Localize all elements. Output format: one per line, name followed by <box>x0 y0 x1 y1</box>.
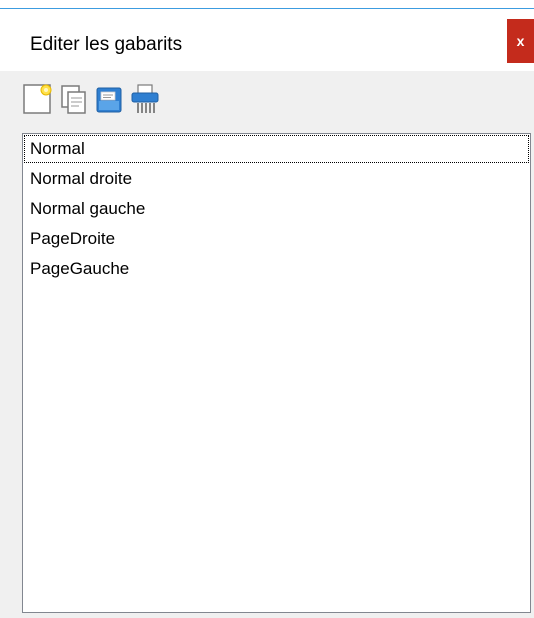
edit-templates-dialog: Editer les gabarits x Normal Normal droi… <box>0 0 534 618</box>
list-item-normal-droite[interactable]: Normal droite <box>23 164 530 194</box>
new-template-button[interactable] <box>22 83 52 115</box>
list-item-normal[interactable]: Normal <box>23 134 530 164</box>
duplicate-icon <box>58 83 88 115</box>
list-item-pagegauche[interactable]: PageGauche <box>23 254 530 284</box>
title-bar[interactable]: Editer les gabarits <box>0 9 534 71</box>
open-template-button[interactable] <box>94 83 124 115</box>
delete-template-button[interactable] <box>130 83 160 115</box>
shredder-icon <box>130 83 160 115</box>
close-button[interactable]: x <box>507 19 534 63</box>
new-document-icon <box>22 83 52 115</box>
list-item-normal-gauche[interactable]: Normal gauche <box>23 194 530 224</box>
duplicate-template-button[interactable] <box>58 83 88 115</box>
templates-list[interactable]: Normal Normal droite Normal gauche PageD… <box>22 133 531 613</box>
toolbar <box>22 83 160 119</box>
list-item-pagedroite[interactable]: PageDroite <box>23 224 530 254</box>
open-folder-icon <box>94 83 124 115</box>
dialog-title: Editer les gabarits <box>30 34 183 55</box>
window-top-edge <box>0 0 534 9</box>
